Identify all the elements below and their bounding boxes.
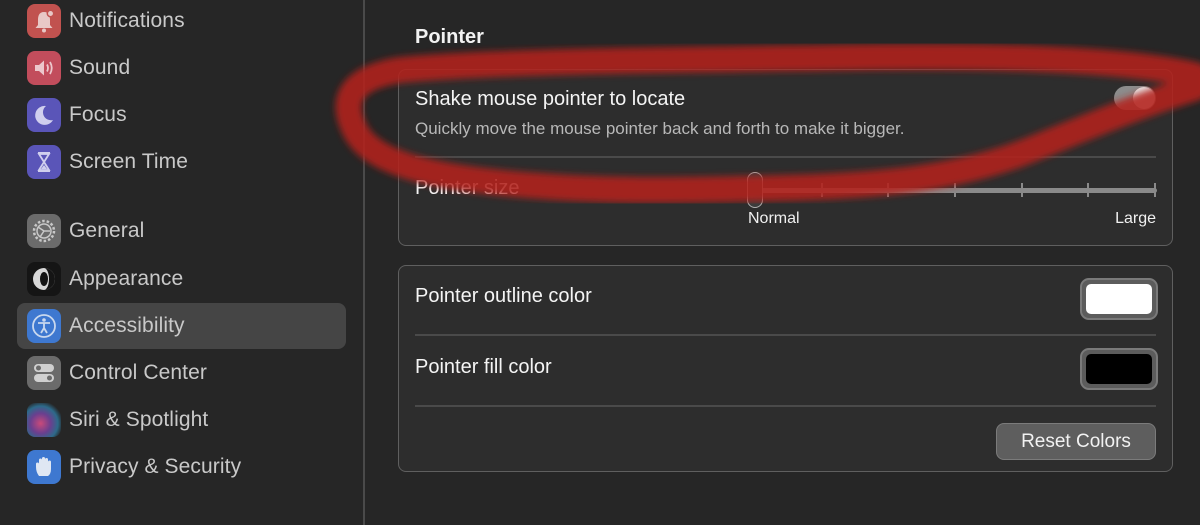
slider-max-label: Large [1115, 210, 1156, 227]
sidebar-item-label: Appearance [69, 267, 184, 290]
outline-color-label: Pointer outline color [415, 285, 592, 307]
sidebar-item-privacy-security[interactable]: Privacy & Security [17, 444, 346, 490]
sidebar-item-sound[interactable]: Sound [17, 45, 346, 91]
sidebar-item-label: Notifications [69, 9, 185, 32]
toggles-icon [27, 356, 61, 390]
shake-to-locate-description: Quickly move the mouse pointer back and … [415, 119, 905, 138]
pointer-card: Shake mouse pointer to locate Quickly mo… [398, 69, 1173, 246]
separator [415, 405, 1156, 407]
fill-color-swatch [1086, 354, 1152, 384]
separator [415, 334, 1156, 336]
sidebar-item-general[interactable]: General [17, 208, 346, 254]
slider-tick [954, 183, 956, 197]
fill-color-label: Pointer fill color [415, 356, 552, 378]
slider-min-label: Normal [748, 210, 800, 227]
sidebar-item-screen-time[interactable]: Screen Time [17, 139, 346, 185]
outline-color-well[interactable] [1080, 278, 1158, 320]
reset-colors-button[interactable]: Reset Colors [996, 423, 1156, 460]
pointer-colors-card: Pointer outline color Pointer fill color… [398, 265, 1173, 472]
appearance-icon [27, 262, 61, 296]
sidebar-item-label: Accessibility [69, 314, 185, 337]
pointer-size-label: Pointer size [415, 177, 520, 199]
moon-icon [27, 98, 61, 132]
sidebar-item-label: Siri & Spotlight [69, 408, 209, 431]
section-title-pointer: Pointer [415, 26, 484, 48]
sidebar: Notifications Sound Focus Screen Time Ge… [0, 0, 363, 525]
sidebar-item-label: Sound [69, 56, 131, 79]
bell-icon [27, 4, 61, 38]
settings-pane: Pointer Shake mouse pointer to locate Qu… [365, 0, 1200, 525]
sidebar-item-label: Screen Time [69, 150, 188, 173]
sidebar-item-label: Privacy & Security [69, 455, 242, 478]
fill-color-well[interactable] [1080, 348, 1158, 390]
toggle-knob [1133, 87, 1155, 109]
speaker-icon [27, 51, 61, 85]
slider-tick [1020, 183, 1023, 197]
sidebar-item-label: Focus [69, 103, 127, 126]
sidebar-item-appearance[interactable]: Appearance [17, 256, 346, 302]
sidebar-item-control-center[interactable]: Control Center [17, 350, 346, 396]
sidebar-item-focus[interactable]: Focus [17, 92, 346, 138]
hand-icon [27, 450, 61, 484]
slider-tick [1154, 183, 1156, 197]
slider-thumb[interactable] [747, 172, 763, 208]
sidebar-item-notifications[interactable]: Notifications [17, 0, 346, 44]
slider-tick [1087, 183, 1090, 197]
separator [415, 156, 1156, 158]
gear-icon [27, 214, 61, 248]
sidebar-item-siri-spotlight[interactable]: Siri & Spotlight [17, 397, 346, 443]
slider-tick [820, 183, 823, 197]
accessibility-icon [27, 309, 61, 343]
sidebar-item-accessibility[interactable]: Accessibility [17, 303, 346, 349]
sidebar-item-label: General [69, 219, 145, 242]
pointer-size-slider[interactable] [747, 170, 1157, 210]
hourglass-icon [27, 145, 61, 179]
outline-color-swatch [1086, 284, 1152, 314]
slider-tick [887, 183, 890, 197]
siri-icon [27, 403, 61, 437]
shake-to-locate-title: Shake mouse pointer to locate [415, 88, 686, 110]
sidebar-item-label: Control Center [69, 361, 207, 384]
shake-to-locate-toggle[interactable] [1114, 86, 1156, 110]
